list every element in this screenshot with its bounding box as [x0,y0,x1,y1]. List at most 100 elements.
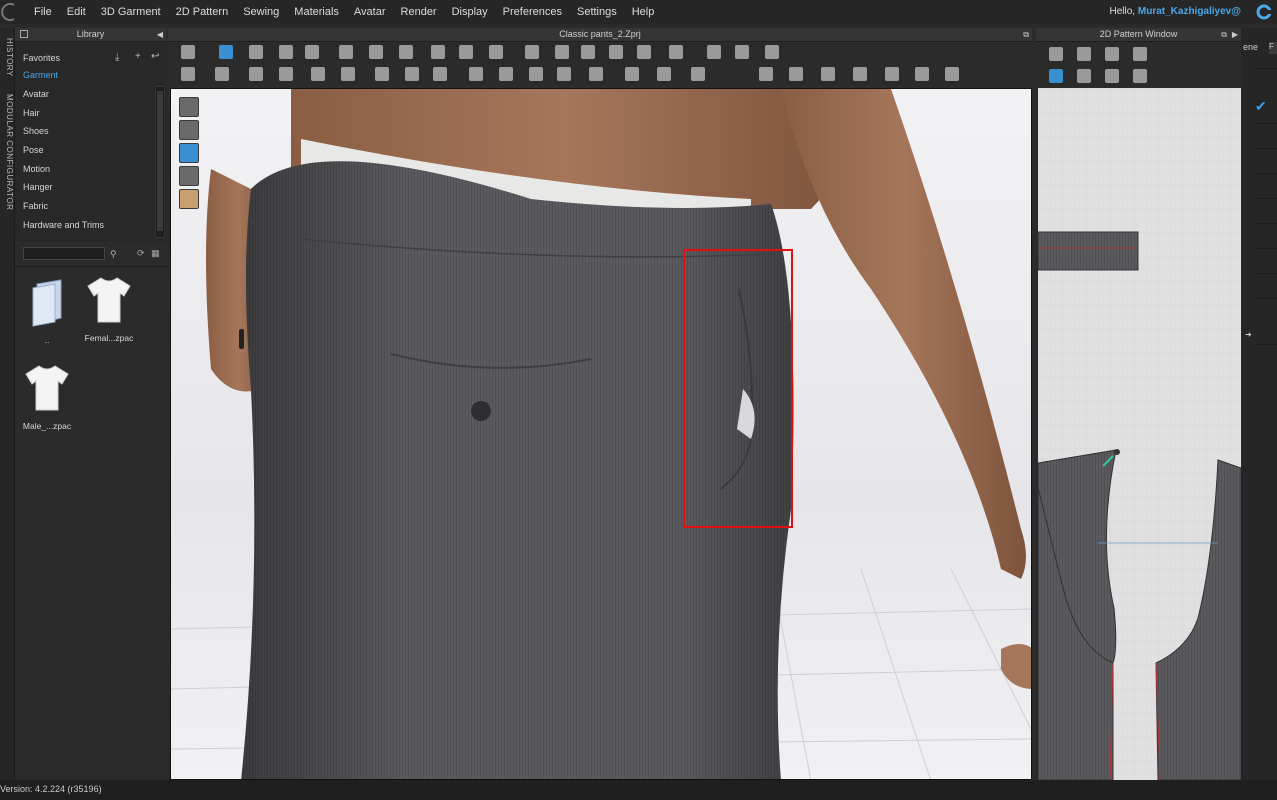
back-icon[interactable]: ↩ [151,51,159,62]
pattern-tool-icon-2[interactable] [1076,46,1092,62]
3d-row2-tool-icon-13[interactable] [556,66,572,82]
pattern-tool-icon-8[interactable] [1132,68,1148,84]
pattern-tool-icon-1[interactable] [1048,46,1064,62]
3d-row2-tool-icon-22[interactable] [884,66,900,82]
3d-row2-tool-icon-21[interactable] [852,66,868,82]
pattern-tool-icon-6[interactable] [1076,68,1092,84]
3d-row1-tool-icon-4[interactable] [278,44,294,60]
3d-row1-tool-icon-18[interactable] [706,44,722,60]
avatar-display-icon[interactable] [179,120,199,140]
3d-row2-tool-icon-2[interactable] [214,66,230,82]
menu-settings[interactable]: Settings [577,6,617,18]
pattern-canvas[interactable] [1038,88,1241,780]
library-item-fabric[interactable]: Fabric [23,201,48,211]
menu-render[interactable]: Render [401,6,437,18]
thumbnail-parent-folder[interactable]: .. [17,278,77,345]
3d-row2-tool-icon-23[interactable] [914,66,930,82]
3d-row1-tool-icon-15[interactable] [608,44,624,60]
3d-row2-tool-icon-19[interactable] [788,66,804,82]
3d-row2-tool-icon-5[interactable] [310,66,326,82]
tab-property[interactable]: F [1269,42,1277,54]
3d-row2-tool-icon-16[interactable] [656,66,672,82]
user-name[interactable]: Murat_Kazhigaliyev@ [1138,6,1241,17]
3d-row2-tool-icon-17[interactable] [690,66,706,82]
refresh-icon[interactable]: ⟳ [137,248,145,258]
library-item-garment[interactable]: Garment [23,70,58,80]
expand-arrow-icon[interactable]: ➜ [1245,330,1252,339]
menu-avatar[interactable]: Avatar [354,6,386,18]
3d-row2-tool-icon-15[interactable] [624,66,640,82]
3d-row2-tool-icon-10[interactable] [468,66,484,82]
3d-row2-tool-icon-12[interactable] [528,66,544,82]
pattern-tool-icon-7[interactable] [1104,68,1120,84]
3d-row1-tool-icon-14[interactable] [580,44,596,60]
menu-preferences[interactable]: Preferences [503,6,562,18]
3d-row2-tool-icon-4[interactable] [278,66,294,82]
3d-row1-tool-icon-10[interactable] [458,44,474,60]
menu-help[interactable]: Help [632,6,655,18]
3d-row1-tool-icon-16[interactable] [636,44,652,60]
menu-materials[interactable]: Materials [294,6,339,18]
3d-row2-tool-icon-9[interactable] [432,66,448,82]
3d-row1-tool-icon-6[interactable] [338,44,354,60]
3d-row1-tool-icon-1[interactable] [180,44,196,60]
3d-row1-tool-icon-9[interactable] [430,44,446,60]
3d-row1-tool-icon-7[interactable] [368,44,384,60]
pattern-tool-icon-3[interactable] [1104,46,1120,62]
garment-display-icon[interactable] [179,97,199,117]
library-item-hanger[interactable]: Hanger [23,182,53,192]
check-icon[interactable]: ✔ [1255,98,1267,115]
collapse-arrow-icon[interactable]: ▶ [1232,30,1238,39]
search-icon[interactable]: ⚲ [110,249,117,260]
3d-row2-tool-icon-3[interactable] [248,66,264,82]
waistband-pattern-piece[interactable] [1038,231,1139,271]
shading-icon[interactable] [179,166,199,186]
library-item-hair[interactable]: Hair [23,108,40,118]
3d-row2-tool-icon-7[interactable] [374,66,390,82]
add-icon[interactable]: + [135,51,141,62]
library-item-pose[interactable]: Pose [23,145,44,155]
3d-row1-tool-icon-11[interactable] [488,44,504,60]
menu-edit[interactable]: Edit [67,6,86,18]
3d-viewport[interactable] [170,88,1032,780]
library-search-input[interactable] [23,247,105,260]
3d-row2-tool-icon-24[interactable] [944,66,960,82]
tab-scene[interactable]: ene [1243,42,1258,52]
menu-3d-garment[interactable]: 3D Garment [101,6,161,18]
3d-row1-tool-icon-19[interactable] [734,44,750,60]
3d-row2-tool-icon-14[interactable] [588,66,604,82]
thumbnail-male-tshirt[interactable]: Male_...zpac [17,362,77,431]
download-icon[interactable]: ⤓ [115,52,119,63]
cloud-icon[interactable] [1255,4,1273,20]
tab-history[interactable]: HISTORY [0,38,14,77]
3d-row2-tool-icon-18[interactable] [758,66,774,82]
library-scrollbar-thumb[interactable] [157,91,163,231]
library-item-hardware-and-trims[interactable]: Hardware and Trims [23,220,104,230]
3d-row1-tool-icon-2[interactable] [218,44,234,60]
menu-file[interactable]: File [34,6,52,18]
library-item-motion[interactable]: Motion [23,164,50,174]
library-scrollbar[interactable] [155,86,165,238]
pattern-point[interactable] [1114,449,1120,455]
3d-row1-tool-icon-12[interactable] [524,44,540,60]
3d-row2-tool-icon-20[interactable] [820,66,836,82]
3d-row2-tool-icon-8[interactable] [404,66,420,82]
menu-display[interactable]: Display [452,6,488,18]
menu-2d-pattern[interactable]: 2D Pattern [176,6,229,18]
pattern-tool-icon-5[interactable] [1048,68,1064,84]
undock-icon[interactable]: ⧉ [1221,30,1227,40]
thumbnail-female-tshirt[interactable]: Femal...zpac [79,274,139,343]
library-item-favorites[interactable]: Favorites [23,53,60,63]
3d-row1-tool-icon-17[interactable] [668,44,684,60]
3d-row1-tool-icon-20[interactable] [764,44,780,60]
3d-row2-tool-icon-6[interactable] [340,66,356,82]
collapse-arrow-icon[interactable]: ◀ [157,30,163,39]
3d-row1-tool-icon-8[interactable] [398,44,414,60]
tab-modular-configurator[interactable]: MODULAR CONFIGURATOR [0,94,14,210]
menu-sewing[interactable]: Sewing [243,6,279,18]
3d-row1-tool-icon-13[interactable] [554,44,570,60]
avatar-skin-icon[interactable] [179,189,199,209]
grid-view-icon[interactable]: ▦ [151,248,160,258]
pattern-tool-icon-4[interactable] [1132,46,1148,62]
library-item-shoes[interactable]: Shoes [23,126,49,136]
